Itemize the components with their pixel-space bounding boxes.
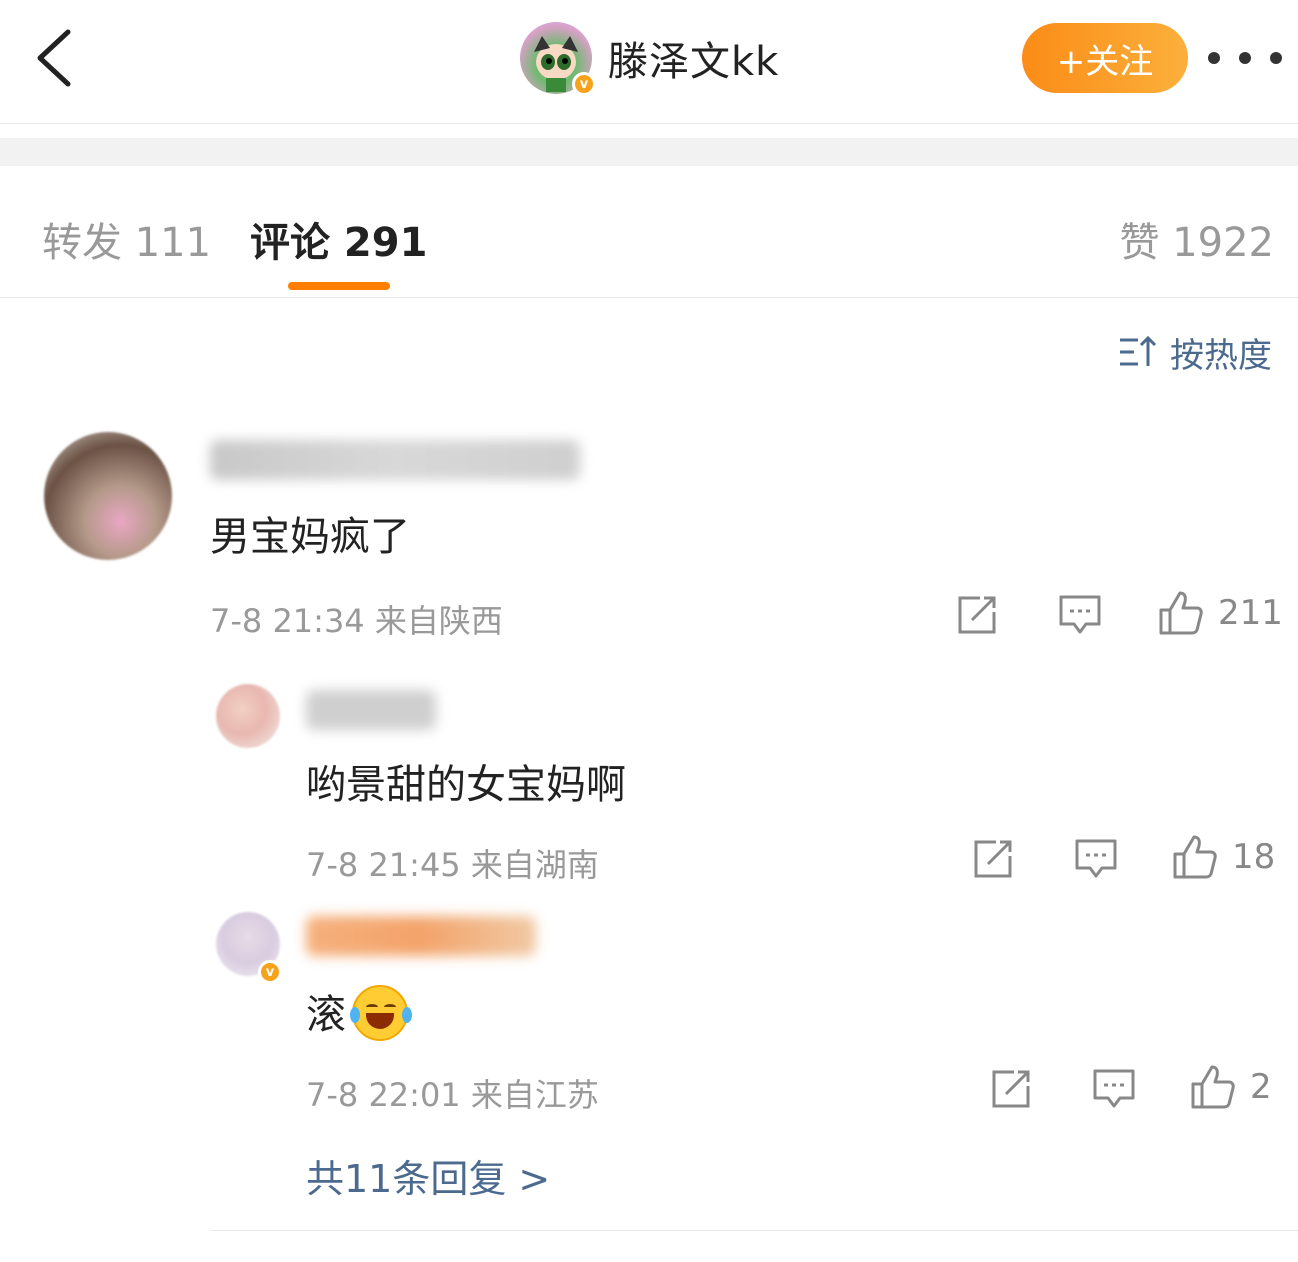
verified-badge-icon: v bbox=[572, 72, 596, 96]
page-title[interactable]: 滕泽文kk bbox=[608, 29, 779, 87]
divider bbox=[210, 1230, 1298, 1231]
reply-button[interactable] bbox=[1092, 1068, 1136, 1110]
tab-repost[interactable]: 转发 111 bbox=[42, 210, 211, 268]
section-divider bbox=[0, 138, 1298, 166]
share-icon bbox=[974, 840, 1012, 878]
repost-button[interactable] bbox=[956, 594, 998, 636]
repost-button[interactable] bbox=[990, 1068, 1032, 1110]
reply-button[interactable] bbox=[1058, 594, 1102, 636]
like-count: 2 bbox=[1250, 1067, 1272, 1107]
comment-icon bbox=[1075, 839, 1117, 878]
avatar[interactable]: v bbox=[520, 22, 596, 96]
more-dot bbox=[1270, 52, 1282, 64]
like-count: 18 bbox=[1232, 837, 1276, 877]
reply-button[interactable] bbox=[1074, 838, 1118, 880]
tab-bar: 转发 111 评论 291 赞 1922 bbox=[0, 166, 1298, 298]
follow-button[interactable]: +关注 bbox=[1022, 23, 1188, 93]
share-icon bbox=[992, 1070, 1030, 1108]
sort-icon bbox=[1120, 335, 1157, 366]
comment-text: 男宝妈疯了 bbox=[210, 514, 410, 560]
more-options-button[interactable] bbox=[1208, 38, 1282, 78]
top-bar: v 滕泽文kk +关注 bbox=[0, 0, 1298, 124]
share-icon bbox=[958, 596, 996, 634]
active-tab-indicator bbox=[288, 282, 390, 290]
reply-meta: 7-8 22:01 来自江苏 bbox=[306, 1076, 599, 1114]
more-dot bbox=[1239, 52, 1251, 64]
like-button[interactable]: 2 bbox=[1190, 1064, 1272, 1110]
sort-button[interactable]: 按热度 bbox=[1118, 330, 1272, 376]
comment-author-name[interactable] bbox=[210, 440, 580, 480]
comment-icon bbox=[1059, 595, 1101, 634]
thumbs-up-icon bbox=[1159, 591, 1203, 635]
view-more-replies-link[interactable]: 共11条回复 > bbox=[306, 1148, 550, 1203]
avatar[interactable] bbox=[216, 684, 280, 748]
profile-header[interactable]: v 滕泽文kk bbox=[520, 20, 779, 96]
tab-like[interactable]: 赞 1922 bbox=[1119, 210, 1274, 268]
comment-meta: 7-8 21:34 来自陕西 bbox=[210, 602, 503, 640]
reply-text: 滚 bbox=[306, 982, 412, 1045]
back-button[interactable] bbox=[30, 28, 86, 88]
laugh-cry-emoji-icon bbox=[350, 985, 412, 1041]
like-button[interactable]: 18 bbox=[1172, 834, 1275, 880]
sort-label: 按热度 bbox=[1170, 335, 1272, 376]
reply-author-name[interactable] bbox=[306, 916, 536, 956]
reply-meta: 7-8 21:45 来自湖南 bbox=[306, 846, 599, 884]
reply-author-name[interactable] bbox=[306, 690, 436, 730]
more-dots-icon bbox=[1208, 52, 1220, 64]
like-count: 211 bbox=[1218, 593, 1283, 633]
verified-badge-icon: v bbox=[258, 960, 282, 984]
comment-icon bbox=[1093, 1069, 1135, 1108]
reply-text-content: 滚 bbox=[306, 992, 346, 1038]
like-button[interactable]: 211 bbox=[1158, 590, 1283, 636]
tab-comment[interactable]: 评论 291 bbox=[250, 210, 427, 268]
repost-button[interactable] bbox=[972, 838, 1014, 880]
chevron-left-icon bbox=[37, 29, 71, 87]
thumbs-up-icon bbox=[1173, 835, 1217, 879]
reply-text: 哟景甜的女宝妈啊 bbox=[306, 762, 626, 808]
thumbs-up-icon bbox=[1191, 1065, 1235, 1109]
avatar[interactable] bbox=[44, 432, 172, 560]
